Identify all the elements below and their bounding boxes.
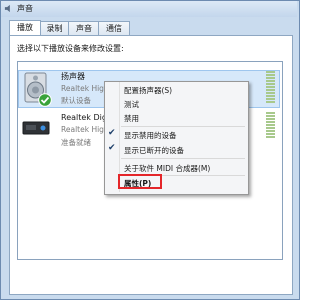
level-meter [266, 71, 275, 104]
device-name: 扬声器 [61, 72, 85, 81]
checkmark-icon: ✔ [108, 143, 116, 153]
tab-recording[interactable]: 录制 [39, 21, 70, 35]
title-bar[interactable] [1, 1, 297, 17]
properties-highlight-box [118, 174, 162, 189]
device-driver: Realtek Hig [61, 125, 104, 134]
digital-output-device-icon [22, 121, 50, 135]
level-meter [266, 112, 275, 139]
default-device-check-icon [38, 93, 52, 107]
instruction-text: 选择以下播放设备来修改设置: [17, 44, 124, 53]
tab-playback[interactable]: 播放 [9, 20, 41, 35]
device-status: 默认设备 [61, 96, 91, 105]
window-title: 声音 [17, 4, 33, 13]
tab-sounds[interactable]: 声音 [68, 21, 100, 35]
menu-separator [121, 158, 245, 159]
device-name: Realtek Dig [61, 113, 107, 122]
menu-item-disable[interactable]: 禁用 [124, 113, 139, 124]
menu-item-test[interactable]: 测试 [124, 99, 139, 110]
speaker-icon [4, 4, 10, 13]
tab-communications[interactable]: 通信 [98, 21, 130, 35]
device-status: 准备就绪 [61, 138, 91, 147]
menu-item-show-disabled[interactable]: 显示禁用的设备 [124, 130, 177, 141]
menu-separator [121, 126, 245, 127]
menu-item-configure-speakers[interactable]: 配置扬声器(S) [124, 85, 172, 96]
menu-item-midi-about[interactable]: 关于软件 MIDI 合成器(M) [124, 163, 210, 174]
menu-item-show-disconnected[interactable]: 显示已断开的设备 [124, 145, 184, 156]
device-driver: Realtek Hig [61, 84, 104, 93]
checkmark-icon: ✔ [108, 128, 116, 138]
